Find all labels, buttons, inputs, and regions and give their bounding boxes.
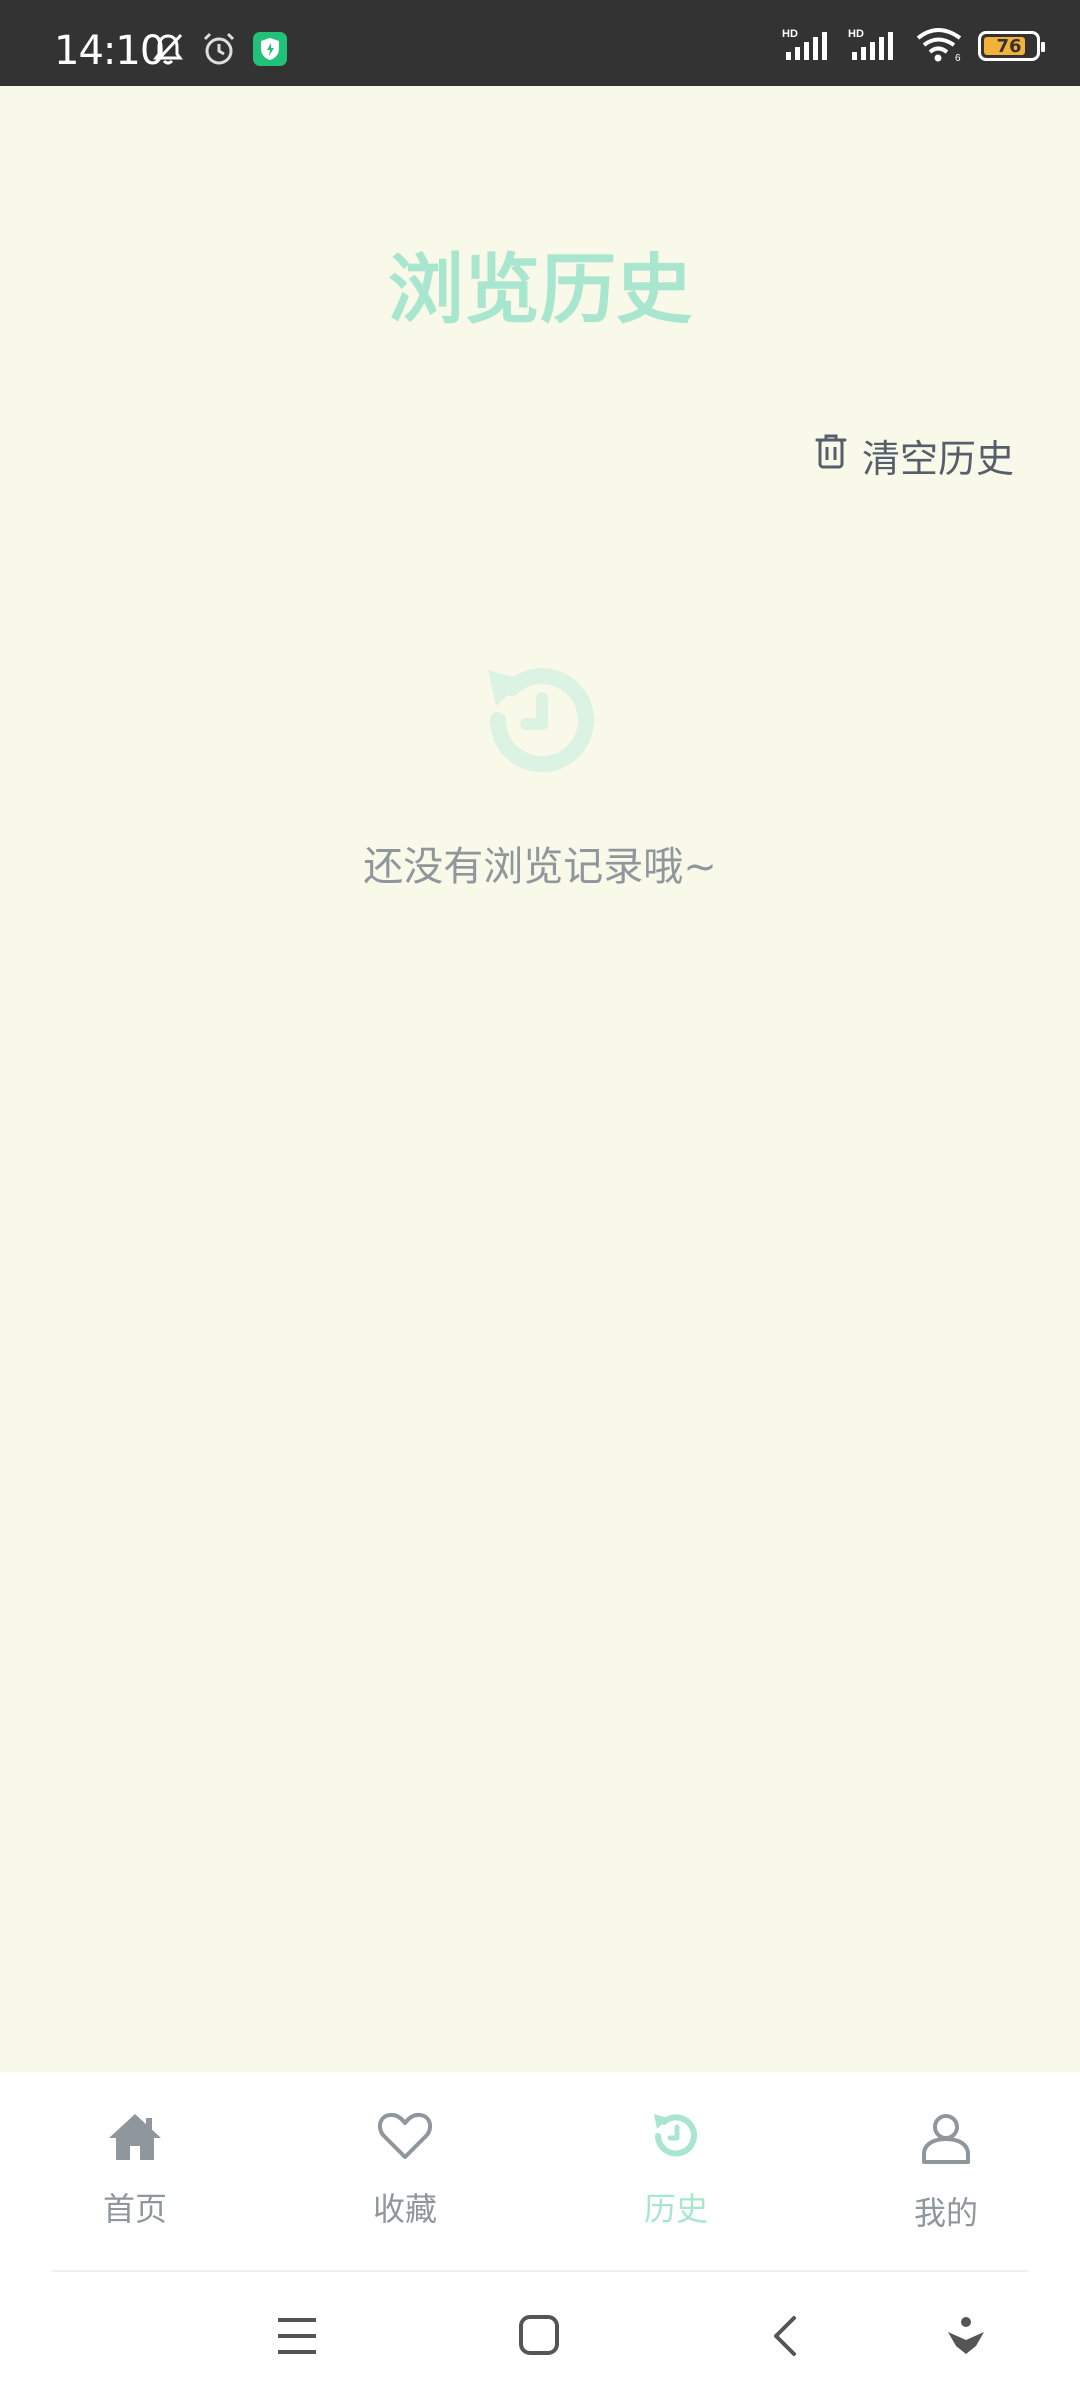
clear-history-button[interactable]: 清空历史 — [814, 428, 1014, 483]
nav-label-home: 首页 — [102, 2190, 167, 2228]
assistant-icon[interactable] — [946, 2316, 986, 2360]
status-left-icons — [150, 30, 288, 72]
status-time: 14:10 — [54, 28, 165, 74]
nav-label-history: 历史 — [643, 2190, 708, 2228]
page-title: 浏览历史 — [388, 245, 692, 334]
svg-text:HD: HD — [848, 28, 864, 40]
system-nav-bar — [0, 2272, 1080, 2400]
svg-text:HD: HD — [782, 28, 798, 40]
shield-app-icon — [252, 31, 288, 71]
nav-label-profile: 我的 — [913, 2194, 978, 2232]
bell-off-icon — [150, 31, 186, 71]
battery-icon: 76 — [978, 31, 1045, 61]
user-icon — [918, 2110, 974, 2174]
nav-item-profile[interactable]: 我的 — [866, 2110, 1026, 2234]
nav-label-favorites: 收藏 — [372, 2190, 437, 2228]
alarm-icon — [200, 30, 238, 72]
home-square-icon[interactable] — [518, 2314, 560, 2360]
home-icon — [107, 2110, 163, 2170]
screen: 14:10 HD HD 6 76 浏览历史 清空历史 还没有浏览记录哦~ 首页 … — [0, 0, 1080, 2400]
battery-level: 76 — [996, 35, 1022, 57]
signal-hd-icon: HD — [848, 26, 900, 66]
status-bar: 14:10 HD HD 6 76 — [0, 0, 1080, 86]
svg-text:6: 6 — [955, 53, 961, 62]
wifi-icon: 6 — [914, 26, 964, 66]
nav-item-favorites[interactable]: 收藏 — [325, 2110, 485, 2230]
clear-history-label: 清空历史 — [861, 437, 1014, 481]
heart-icon — [377, 2110, 433, 2170]
history-icon — [480, 660, 600, 780]
battery-tip — [1041, 42, 1045, 52]
back-icon[interactable] — [770, 2314, 800, 2362]
history-icon — [648, 2110, 704, 2170]
menu-icon[interactable] — [276, 2316, 318, 2360]
empty-message: 还没有浏览记录哦~ — [363, 844, 717, 890]
nav-item-home[interactable]: 首页 — [55, 2110, 215, 2230]
trash-icon — [814, 432, 848, 479]
status-right-icons: HD HD 6 76 — [782, 26, 1045, 66]
signal-hd-icon: HD — [782, 26, 834, 66]
nav-item-history[interactable]: 历史 — [596, 2110, 756, 2230]
